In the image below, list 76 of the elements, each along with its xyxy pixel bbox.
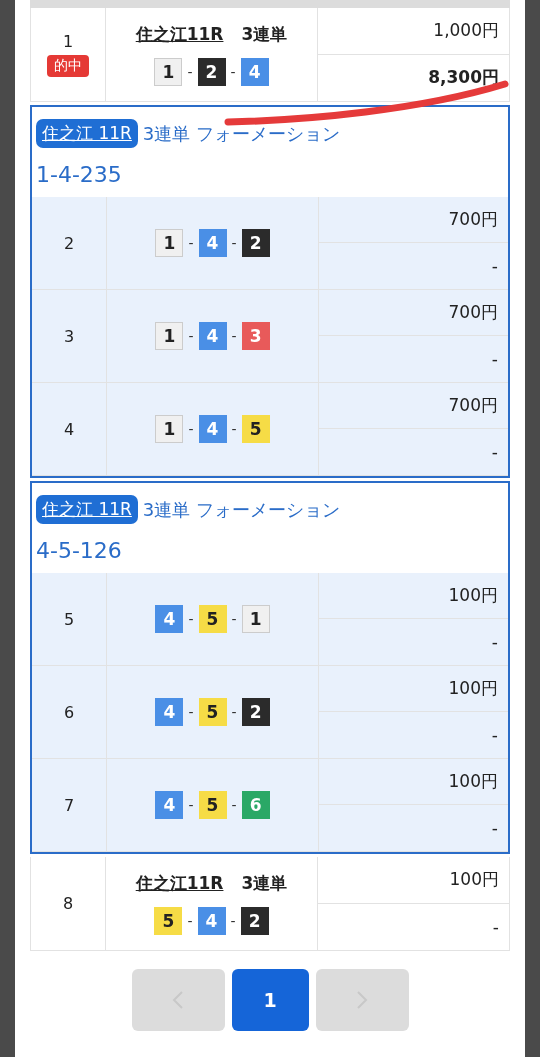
stake-amount: 700円	[319, 290, 508, 336]
race-link[interactable]: 住之江11R	[135, 872, 224, 895]
stake-amount: 100円	[318, 857, 509, 904]
payout-amount: -	[490, 631, 499, 654]
stake-amount: 100円	[319, 666, 508, 712]
dash-separator: -	[230, 65, 236, 79]
boat-number-tag: 4	[198, 229, 227, 257]
stake-amount: 1,000円	[318, 8, 509, 55]
payout-amount: -	[490, 255, 499, 278]
dash-separator: -	[231, 236, 237, 250]
dash-separator: -	[231, 798, 237, 812]
payout-amount: -	[490, 348, 499, 371]
dash-separator: -	[188, 422, 194, 436]
bet-type: 3連単	[241, 872, 288, 895]
boat-number-tag: 2	[197, 58, 226, 86]
dash-separator: -	[231, 329, 237, 343]
dash-separator: -	[188, 612, 194, 626]
boat-number-tag: 4	[198, 415, 227, 443]
boat-number-tag: 4	[155, 698, 184, 726]
ticket-number: 8	[62, 894, 74, 913]
ticket-number: 5	[63, 609, 75, 629]
race-link[interactable]: 住之江11R	[135, 23, 224, 46]
payout-amount: -	[490, 724, 499, 747]
boat-number-tag: 5	[198, 605, 227, 633]
dash-separator: -	[230, 914, 236, 928]
ticket-number: 7	[63, 795, 75, 815]
ticket-number: 3	[63, 326, 75, 346]
boat-number-tag: 1	[154, 58, 183, 86]
boat-number-tag: 3	[241, 322, 270, 350]
page-button[interactable]: 1	[231, 969, 309, 1031]
boat-number-tag: 5	[198, 791, 227, 819]
boat-number-tag: 4	[155, 605, 184, 633]
dash-separator: -	[187, 65, 193, 79]
boat-number-tag: 5	[198, 698, 227, 726]
dash-separator: -	[187, 914, 193, 928]
dash-separator: -	[231, 422, 237, 436]
boat-number-tag: 1	[155, 415, 184, 443]
boat-number-tag: 1	[155, 229, 184, 257]
payout-amount: -	[490, 441, 499, 464]
bet-type: 3連単 フォーメーション	[142, 121, 341, 146]
stake-amount: 100円	[319, 759, 508, 805]
dash-separator: -	[188, 798, 194, 812]
ticket-number: 2	[63, 233, 75, 253]
boat-number-tag: 1	[241, 605, 270, 633]
stake-amount: 700円	[319, 197, 508, 243]
boat-number-tag: 1	[155, 322, 184, 350]
ticket-number: 4	[63, 419, 75, 439]
boat-number-tag: 5	[241, 415, 270, 443]
dash-separator: -	[231, 612, 237, 626]
boat-number-tag: 4	[240, 58, 269, 86]
boat-number-tag: 4	[155, 791, 184, 819]
boat-number-tag: 2	[241, 698, 270, 726]
race-link[interactable]: 住之江 11R	[36, 495, 138, 524]
payout-amount: 8,300円	[427, 66, 500, 90]
stake-amount: 700円	[319, 383, 508, 429]
boat-number-tag: 4	[198, 322, 227, 350]
boat-number-tag: 2	[241, 229, 270, 257]
formation-combination: 1-4-235	[36, 162, 123, 187]
dash-separator: -	[188, 705, 194, 719]
boat-number-tag: 5	[154, 907, 183, 935]
ticket-number: 6	[63, 702, 75, 722]
payout-amount: -	[491, 915, 500, 939]
dash-separator: -	[188, 329, 194, 343]
boat-number-tag: 2	[240, 907, 269, 935]
formation-combination: 4-5-126	[36, 538, 123, 563]
payout-amount: -	[490, 817, 499, 840]
dash-separator: -	[188, 236, 194, 250]
race-link[interactable]: 住之江 11R	[36, 119, 138, 148]
hit-badge: 的中	[47, 55, 89, 77]
bet-type: 3連単	[241, 23, 288, 46]
bet-type: 3連単 フォーメーション	[142, 497, 341, 522]
boat-number-tag: 4	[197, 907, 226, 935]
stake-amount: 100円	[319, 573, 508, 619]
dash-separator: -	[231, 705, 237, 719]
ticket-number: 1	[62, 32, 74, 51]
boat-number-tag: 6	[241, 791, 270, 819]
